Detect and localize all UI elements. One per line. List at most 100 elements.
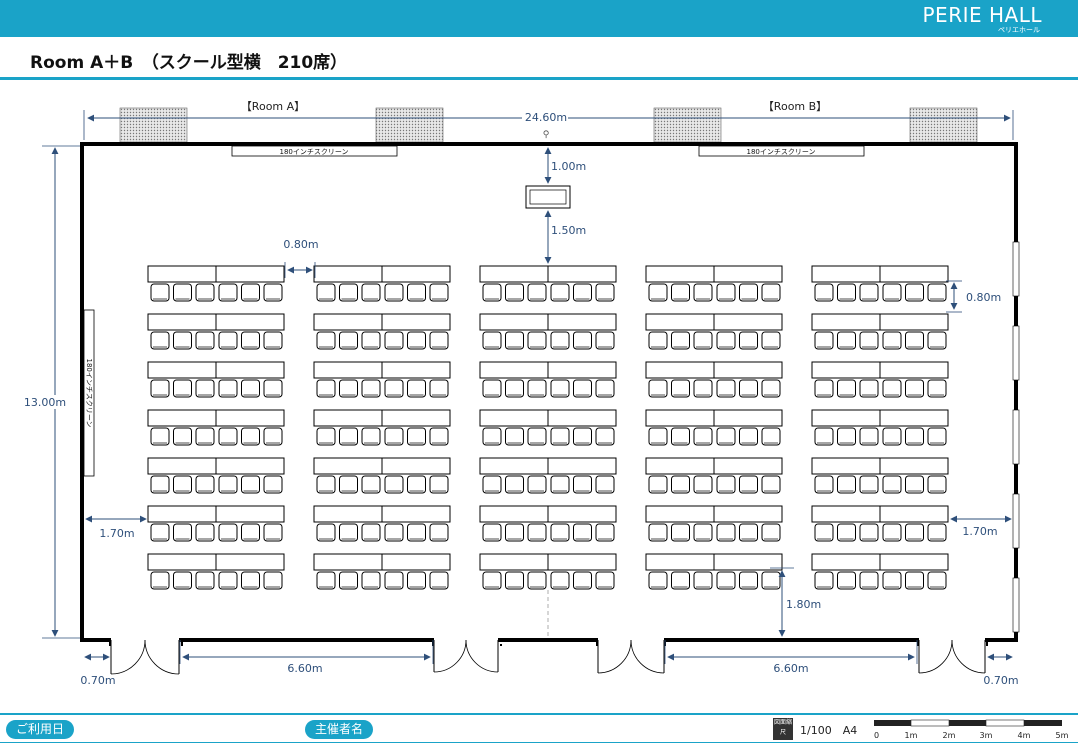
chair xyxy=(671,523,690,542)
chair xyxy=(648,379,668,398)
chair xyxy=(716,427,736,446)
seat-block xyxy=(147,553,285,590)
seat-block xyxy=(313,265,451,302)
scale-tick-label: 4m xyxy=(1018,731,1031,740)
chair xyxy=(263,571,283,590)
chair xyxy=(739,571,758,590)
chair xyxy=(173,475,192,494)
chair xyxy=(905,427,924,446)
desk xyxy=(879,505,949,523)
chair xyxy=(905,523,924,542)
chair xyxy=(648,571,668,590)
desk xyxy=(811,409,881,427)
chair xyxy=(739,379,758,398)
chair xyxy=(648,475,668,494)
chair xyxy=(814,523,834,542)
chair xyxy=(316,331,336,350)
chair xyxy=(527,571,547,590)
chair xyxy=(482,331,502,350)
seat-block xyxy=(811,313,949,350)
chair xyxy=(595,427,615,446)
chair xyxy=(595,331,615,350)
chair xyxy=(739,283,758,302)
chair xyxy=(384,283,404,302)
chair xyxy=(814,379,834,398)
side-right-label: 1.70m xyxy=(962,525,997,538)
chair xyxy=(671,571,690,590)
back-gap-label: 1.80m xyxy=(786,598,821,611)
chair xyxy=(263,475,283,494)
chair xyxy=(150,523,170,542)
desk xyxy=(313,457,383,475)
chair xyxy=(882,427,902,446)
desk xyxy=(381,265,451,283)
chair xyxy=(905,283,924,302)
chair xyxy=(882,379,902,398)
seat-block xyxy=(313,361,451,398)
door-right-label: 0.70m xyxy=(983,674,1018,687)
floor-plan: 【Room A】 【Room B】 24.60m 180インチスクリーン 180… xyxy=(24,100,1020,687)
seat-block xyxy=(313,457,451,494)
chair xyxy=(716,571,736,590)
desk xyxy=(479,313,549,331)
scale-box: 図面縮尺 xyxy=(773,718,793,740)
seat-block xyxy=(147,505,285,542)
chair xyxy=(150,571,170,590)
seat-block xyxy=(645,265,783,302)
desk xyxy=(215,313,285,331)
seat-block xyxy=(811,265,949,302)
desk xyxy=(811,313,881,331)
chair xyxy=(241,331,260,350)
door-left-label: 0.70m xyxy=(80,674,115,687)
desk xyxy=(547,409,617,427)
chair xyxy=(648,427,668,446)
chair xyxy=(173,571,192,590)
chair xyxy=(595,379,615,398)
chair xyxy=(241,283,260,302)
scale-tick-label: 3m xyxy=(980,731,993,740)
chair xyxy=(339,523,358,542)
desk xyxy=(879,409,949,427)
chair xyxy=(195,331,215,350)
desk xyxy=(313,505,383,523)
chair xyxy=(648,283,668,302)
organizer-label: 主催者名 xyxy=(305,720,374,739)
chair xyxy=(195,523,215,542)
chair xyxy=(859,379,879,398)
chair xyxy=(671,379,690,398)
chair xyxy=(429,379,449,398)
chair xyxy=(882,331,902,350)
chair xyxy=(527,523,547,542)
chair xyxy=(927,331,947,350)
desk xyxy=(313,361,383,379)
chair xyxy=(814,331,834,350)
desk xyxy=(479,505,549,523)
desk xyxy=(547,505,617,523)
chair xyxy=(482,379,502,398)
seat-block xyxy=(479,457,617,494)
chair xyxy=(716,475,736,494)
side-left-label: 1.70m xyxy=(99,527,134,540)
desk xyxy=(147,457,217,475)
chair xyxy=(761,571,781,590)
speaker-box xyxy=(119,107,188,143)
chair xyxy=(814,571,834,590)
chair xyxy=(361,523,381,542)
chair xyxy=(150,475,170,494)
chair xyxy=(316,523,336,542)
chair xyxy=(837,427,856,446)
chair xyxy=(218,427,238,446)
desk xyxy=(479,553,549,571)
desk xyxy=(147,553,217,571)
seat-block xyxy=(313,553,451,590)
chair xyxy=(407,379,426,398)
chair xyxy=(316,379,336,398)
chair xyxy=(361,283,381,302)
chair xyxy=(927,379,947,398)
chair xyxy=(482,571,502,590)
desk xyxy=(811,361,881,379)
chair xyxy=(595,283,615,302)
chair xyxy=(671,475,690,494)
seat-block xyxy=(645,409,783,446)
desk xyxy=(479,361,549,379)
